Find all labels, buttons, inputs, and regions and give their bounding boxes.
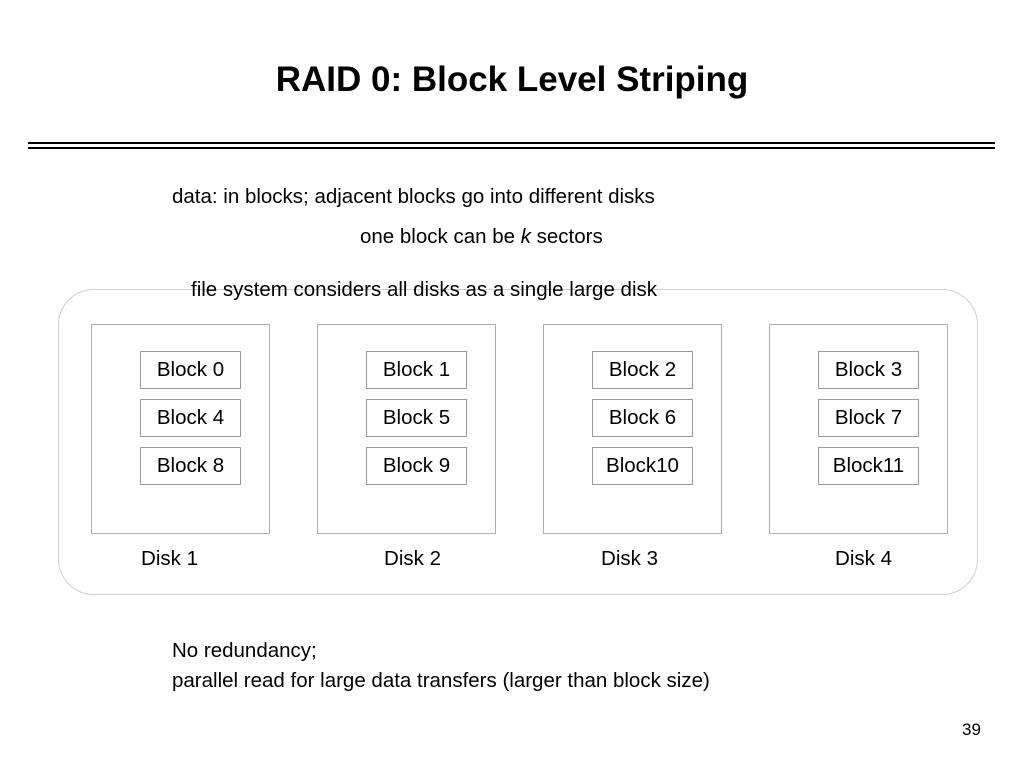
disk-box-4: Block 3 Block 7 Block11 [769,324,948,534]
disk-box-2: Block 1 Block 5 Block 9 [317,324,496,534]
disk-label-1: Disk 1 [141,547,198,570]
note-one-block-suffix: sectors [530,225,603,248]
note-one-block-sectors: one block can be k sectors [360,224,603,250]
block-cell: Block 2 [592,351,693,389]
block-cell: Block 0 [140,351,241,389]
footer-note-line-2: parallel read for large data transfers (… [172,669,710,692]
note-one-block-prefix: one block can be [360,225,521,248]
page-title: RAID 0: Block Level Striping [275,60,749,99]
block-cell: Block 8 [140,447,241,485]
slide-canvas: RAID 0: Block Level Striping data: in bl… [0,0,1024,768]
title-divider-line-top [28,142,995,144]
disk-label-3: Disk 3 [601,547,658,570]
footer-note-line-1: No redundancy; [172,639,317,662]
block-cell: Block 4 [140,399,241,437]
block-cell: Block 3 [818,351,919,389]
note-data-in-blocks: data: in blocks; adjacent blocks go into… [172,185,655,208]
block-cell: Block 6 [592,399,693,437]
disk-box-3: Block 2 Block 6 Block10 [543,324,722,534]
page-number: 39 [962,720,981,739]
title-divider [28,142,995,149]
disk-label-4: Disk 4 [835,547,892,570]
block-cell: Block 9 [366,447,467,485]
disk-box-1: Block 0 Block 4 Block 8 [91,324,270,534]
note-one-block-variable: k [520,225,531,248]
note-file-system-single-disk: file system considers all disks as a sin… [191,278,657,301]
title-divider-line-bottom [28,147,995,149]
block-cell: Block 7 [818,399,919,437]
block-cell: Block 1 [366,351,467,389]
block-cell: Block11 [818,447,919,485]
block-cell: Block 5 [366,399,467,437]
footer-notes: No redundancy; parallel read for large d… [172,636,710,696]
block-cell: Block10 [592,447,693,485]
disk-label-2: Disk 2 [384,547,441,570]
